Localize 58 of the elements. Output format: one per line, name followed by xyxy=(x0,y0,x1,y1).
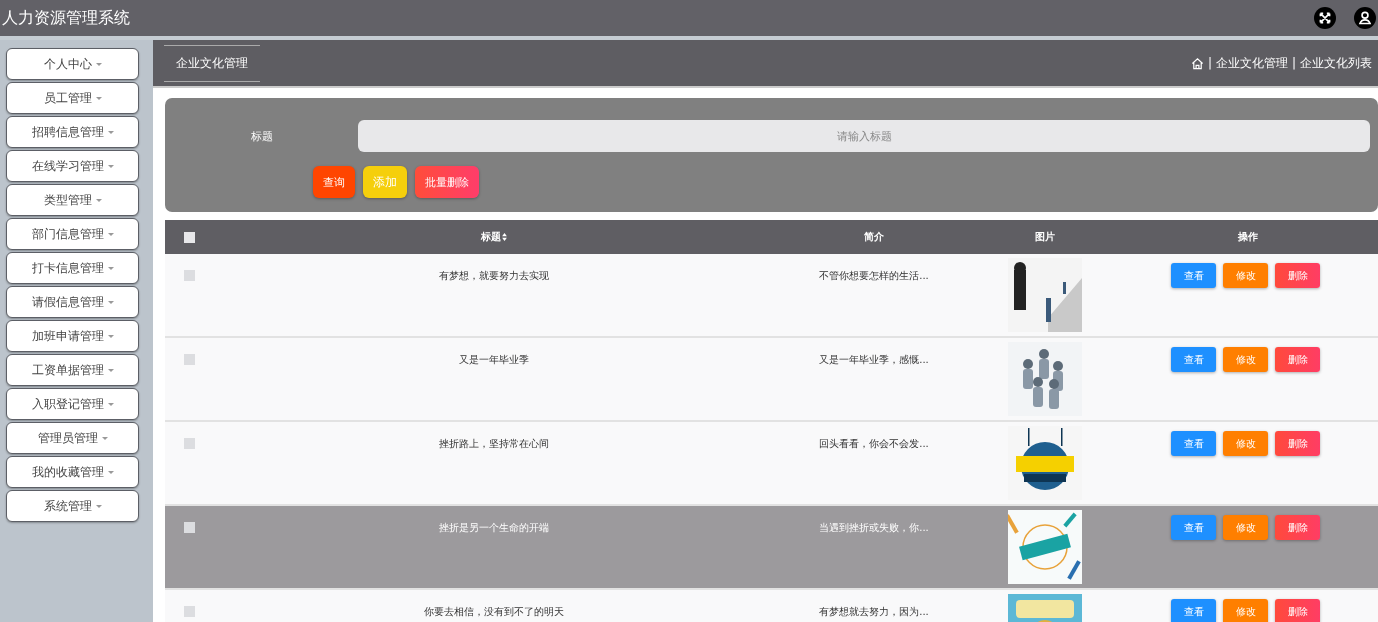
column-header[interactable]: 标题 xyxy=(481,231,501,242)
table-cell: 又是一年毕业季，感慨... xyxy=(819,353,929,367)
sidebar-item[interactable]: 入职登记管理 xyxy=(6,388,139,420)
search-field[interactable]: 请输入标题 xyxy=(358,120,1370,152)
breadcrumb-separator: | xyxy=(1291,56,1296,70)
sidebar-item[interactable]: 我的收藏管理 xyxy=(6,456,139,488)
column-header: 简介 xyxy=(864,231,884,242)
home-icon[interactable] xyxy=(1190,56,1204,70)
table-row[interactable]: 挫折路上，坚持常在心间 回头看看，你会不会发... 查看 修改 删除 xyxy=(165,421,1378,505)
query-button[interactable]: 查询 xyxy=(313,166,355,198)
sidebar-item[interactable]: 系统管理 xyxy=(6,490,139,522)
checkbox[interactable] xyxy=(183,270,195,281)
breadcrumb-link[interactable]: 企业文化管理 xyxy=(1215,54,1288,72)
batch-delete-button[interactable]: 批量删除 xyxy=(415,166,479,198)
page-tab[interactable]: 企业文化管理 xyxy=(164,44,260,82)
delete-button[interactable]: 删除 xyxy=(1275,263,1320,288)
table-row[interactable]: 挫折是另一个生命的开端 当遇到挫折或失败，你... 查看 修改 删除 xyxy=(165,505,1378,589)
table-cell: 挫折是另一个生命的开端 xyxy=(439,521,549,535)
table-row[interactable]: 你要去相信，没有到不了的明天 有梦想就去努力，因为... 查看 修改 删除 xyxy=(165,589,1378,622)
breadcrumb-link[interactable]: 企业文化列表 xyxy=(1300,54,1372,72)
checkbox[interactable] xyxy=(183,522,195,533)
sidebar-item[interactable]: 加班申请管理 xyxy=(6,320,139,352)
sidebar-item[interactable]: 部门信息管理 xyxy=(6,218,139,250)
breadcrumb-separator: | xyxy=(1207,56,1212,70)
table-cell: 挫折路上，坚持常在心间 xyxy=(439,437,549,451)
checkbox[interactable] xyxy=(183,354,195,365)
delete-button[interactable]: 删除 xyxy=(1275,431,1320,456)
checkbox[interactable] xyxy=(183,606,195,617)
table-row[interactable]: 又是一年毕业季 又是一年毕业季，感慨... 查看 修改 删除 xyxy=(165,337,1378,421)
sidebar-item[interactable]: 在线学习管理 xyxy=(6,150,139,182)
table-cell: 有梦想就去努力，因为... xyxy=(819,605,929,619)
delete-button[interactable]: 删除 xyxy=(1275,599,1320,622)
sidebar-item[interactable]: 招聘信息管理 xyxy=(6,116,139,148)
table-cell: 回头看看，你会不会发... xyxy=(819,437,929,451)
table-cell: 你要去相信，没有到不了的明天 xyxy=(424,605,564,619)
field-label: 标题 xyxy=(249,128,274,144)
sidebar-item[interactable]: 请假信息管理 xyxy=(6,286,139,318)
sidebar-item[interactable]: 打卡信息管理 xyxy=(6,252,139,284)
delete-button[interactable]: 删除 xyxy=(1275,515,1320,540)
table-cell: 又是一年毕业季 xyxy=(459,353,529,367)
fullscreen-icon[interactable] xyxy=(1314,7,1336,29)
table-cell: 当遇到挫折或失败，你... xyxy=(819,521,929,535)
user-icon[interactable] xyxy=(1354,7,1376,29)
app-title: 人力资源管理系统 xyxy=(1,7,130,29)
sidebar-item[interactable]: 管理员管理 xyxy=(6,422,139,454)
delete-button[interactable]: 删除 xyxy=(1275,347,1320,372)
sidebar-item[interactable]: 个人中心 xyxy=(6,48,139,80)
column-header: 图片 xyxy=(1035,231,1055,242)
sidebar-item[interactable]: 类型管理 xyxy=(6,184,139,216)
table-cell: 不管你想要怎样的生活... xyxy=(819,269,929,283)
checkbox[interactable] xyxy=(183,231,195,243)
table-row[interactable]: 有梦想，就要努力去实现 不管你想要怎样的生活... 查看 修改 删除 xyxy=(165,254,1378,337)
sidebar-item[interactable]: 员工管理 xyxy=(6,82,139,114)
sort-icon[interactable] xyxy=(502,233,507,241)
checkbox[interactable] xyxy=(183,438,195,449)
column-header: 操作 xyxy=(1237,231,1258,242)
table-cell: 有梦想，就要努力去实现 xyxy=(439,269,549,283)
sidebar-item[interactable]: 工资单据管理 xyxy=(6,354,139,386)
